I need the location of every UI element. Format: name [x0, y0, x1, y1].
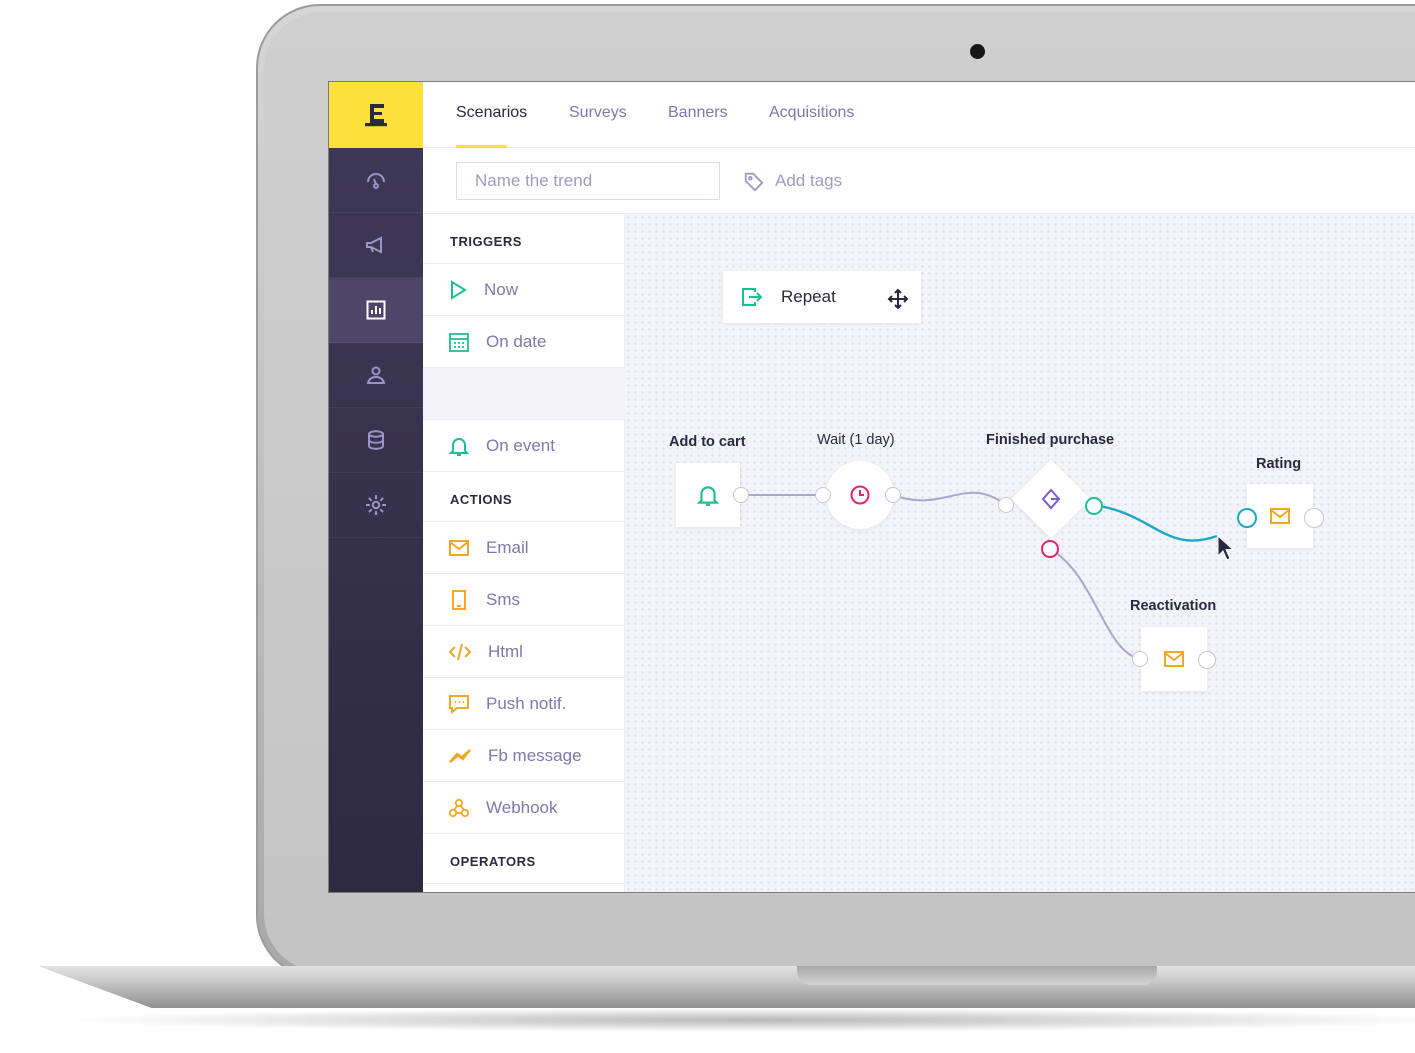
- palette-item-label: Fb message: [488, 745, 582, 765]
- sidebar-item-settings[interactable]: [329, 473, 423, 538]
- triggers-heading: TRIGGERS: [423, 214, 625, 264]
- tab-banners[interactable]: Banners: [668, 104, 728, 122]
- node-label-wait: Wait (1 day): [817, 432, 895, 448]
- top-tabs-bar: Scenarios Surveys Banners Acquisitions: [423, 82, 1415, 148]
- camera: [970, 44, 985, 59]
- sidebar-rail: [329, 82, 423, 892]
- palette-item-webhook[interactable]: Webhook: [423, 782, 625, 834]
- palette-item-label: On event: [486, 435, 555, 455]
- laptop-base: [38, 966, 1415, 1008]
- node-label-reactivation: Reactivation: [1130, 598, 1217, 614]
- laptop-notch: [797, 966, 1157, 985]
- app-screen: Scenarios Surveys Banners Acquisitions A…: [328, 81, 1415, 893]
- connection-purchase-reactivation: [1049, 548, 1142, 660]
- webhook-icon: [448, 798, 470, 817]
- megaphone-icon: [366, 236, 382, 254]
- node-add-to-cart-output-port[interactable]: [733, 487, 749, 503]
- palette-item-label: Push notif.: [486, 693, 567, 713]
- palette-item-label: Email: [486, 537, 529, 557]
- sidebar-item-analytics[interactable]: [329, 278, 423, 343]
- node-purchase-no-port[interactable]: [1041, 540, 1059, 558]
- cursor-icon: [1217, 534, 1235, 561]
- palette-item-label: On date: [486, 331, 547, 351]
- node-wait-output-port[interactable]: [885, 487, 901, 503]
- code-icon: [448, 643, 472, 660]
- tab-scenarios[interactable]: Scenarios: [456, 104, 527, 122]
- palette-item-html[interactable]: Html: [423, 626, 625, 678]
- phone-icon: [452, 589, 466, 610]
- palette-item-on-date[interactable]: On date: [423, 316, 625, 368]
- scenario-canvas[interactable]: Repeat Add to cart Wait (1 day) Finished…: [625, 214, 1415, 892]
- node-rating-input-port[interactable]: [1237, 508, 1257, 528]
- messenger-icon: [449, 748, 471, 763]
- node-palette: TRIGGERS Now On date On event ACTIONS Em…: [423, 214, 625, 892]
- dashboard-icon: [367, 173, 385, 189]
- trend-name-input[interactable]: [456, 162, 720, 200]
- add-tags-button[interactable]: Add tags: [743, 170, 842, 192]
- chart-icon: [366, 300, 386, 320]
- repeat-label: Repeat: [781, 287, 836, 306]
- logo-icon: [365, 104, 387, 127]
- sidebar-item-users[interactable]: [329, 343, 423, 408]
- node-label-finished-purchase: Finished purchase: [986, 432, 1115, 448]
- node-reactivation-input-port[interactable]: [1132, 651, 1148, 667]
- palette-item-label: Sms: [486, 589, 520, 609]
- connection-purchase-rating: [1093, 503, 1218, 542]
- database-icon: [368, 430, 384, 450]
- node-label-add-to-cart: Add to cart: [669, 434, 746, 450]
- node-rating-output-port[interactable]: [1304, 508, 1324, 528]
- palette-item-fb-message[interactable]: Fb message: [423, 730, 625, 782]
- palette-item-on-event[interactable]: On event: [423, 420, 625, 472]
- bell-icon: [696, 486, 720, 506]
- email-icon: [1270, 508, 1290, 524]
- node-wait[interactable]: [826, 461, 894, 529]
- node-purchase-input-port[interactable]: [998, 497, 1014, 513]
- node-purchase-yes-port[interactable]: [1085, 497, 1103, 515]
- palette-item-label: Html: [488, 641, 523, 661]
- app-logo[interactable]: [329, 82, 423, 148]
- laptop-shadow: [60, 1008, 1415, 1032]
- sidebar-item-data[interactable]: [329, 408, 423, 473]
- email-icon: [1164, 651, 1184, 667]
- branch-icon: [1041, 488, 1061, 510]
- palette-item-label: Webhook: [486, 797, 558, 817]
- bell-icon: [448, 437, 470, 456]
- tab-acquisitions[interactable]: Acquisitions: [769, 104, 854, 122]
- users-icon: [366, 366, 386, 384]
- node-wait-input-port[interactable]: [815, 487, 831, 503]
- palette-item-now[interactable]: Now: [423, 264, 625, 316]
- calendar-icon: [449, 332, 469, 352]
- operators-heading: OPERATORS: [423, 834, 625, 884]
- palette-item-email[interactable]: Email: [423, 522, 625, 574]
- email-icon: [449, 539, 469, 556]
- repeat-icon: [742, 288, 763, 306]
- scenario-toolbar: Add tags: [423, 148, 1415, 214]
- node-label-rating: Rating: [1256, 456, 1302, 472]
- add-tags-label: Add tags: [775, 171, 843, 190]
- node-reactivation-output-port[interactable]: [1198, 651, 1216, 669]
- palette-item-push[interactable]: Push notif.: [423, 678, 625, 730]
- chat-icon: [449, 694, 469, 714]
- palette-item-sms[interactable]: Sms: [423, 574, 625, 626]
- repeat-drag-item[interactable]: Repeat: [723, 271, 921, 323]
- stage: Scenarios Surveys Banners Acquisitions A…: [0, 0, 1415, 1053]
- sidebar-item-campaigns[interactable]: [329, 213, 423, 278]
- sidebar-item-dashboard[interactable]: [329, 148, 423, 213]
- move-icon[interactable]: [887, 288, 909, 310]
- connection-wait-purchase: [892, 491, 1007, 506]
- play-icon: [451, 279, 467, 300]
- tag-icon: [744, 172, 764, 192]
- clock-icon: [850, 485, 870, 505]
- palette-drag-gap: [423, 368, 625, 420]
- palette-item-label: Now: [484, 279, 519, 299]
- node-add-to-cart[interactable]: [676, 463, 740, 527]
- tab-surveys[interactable]: Surveys: [569, 104, 627, 122]
- actions-heading: ACTIONS: [423, 472, 625, 522]
- gear-icon: [366, 495, 386, 515]
